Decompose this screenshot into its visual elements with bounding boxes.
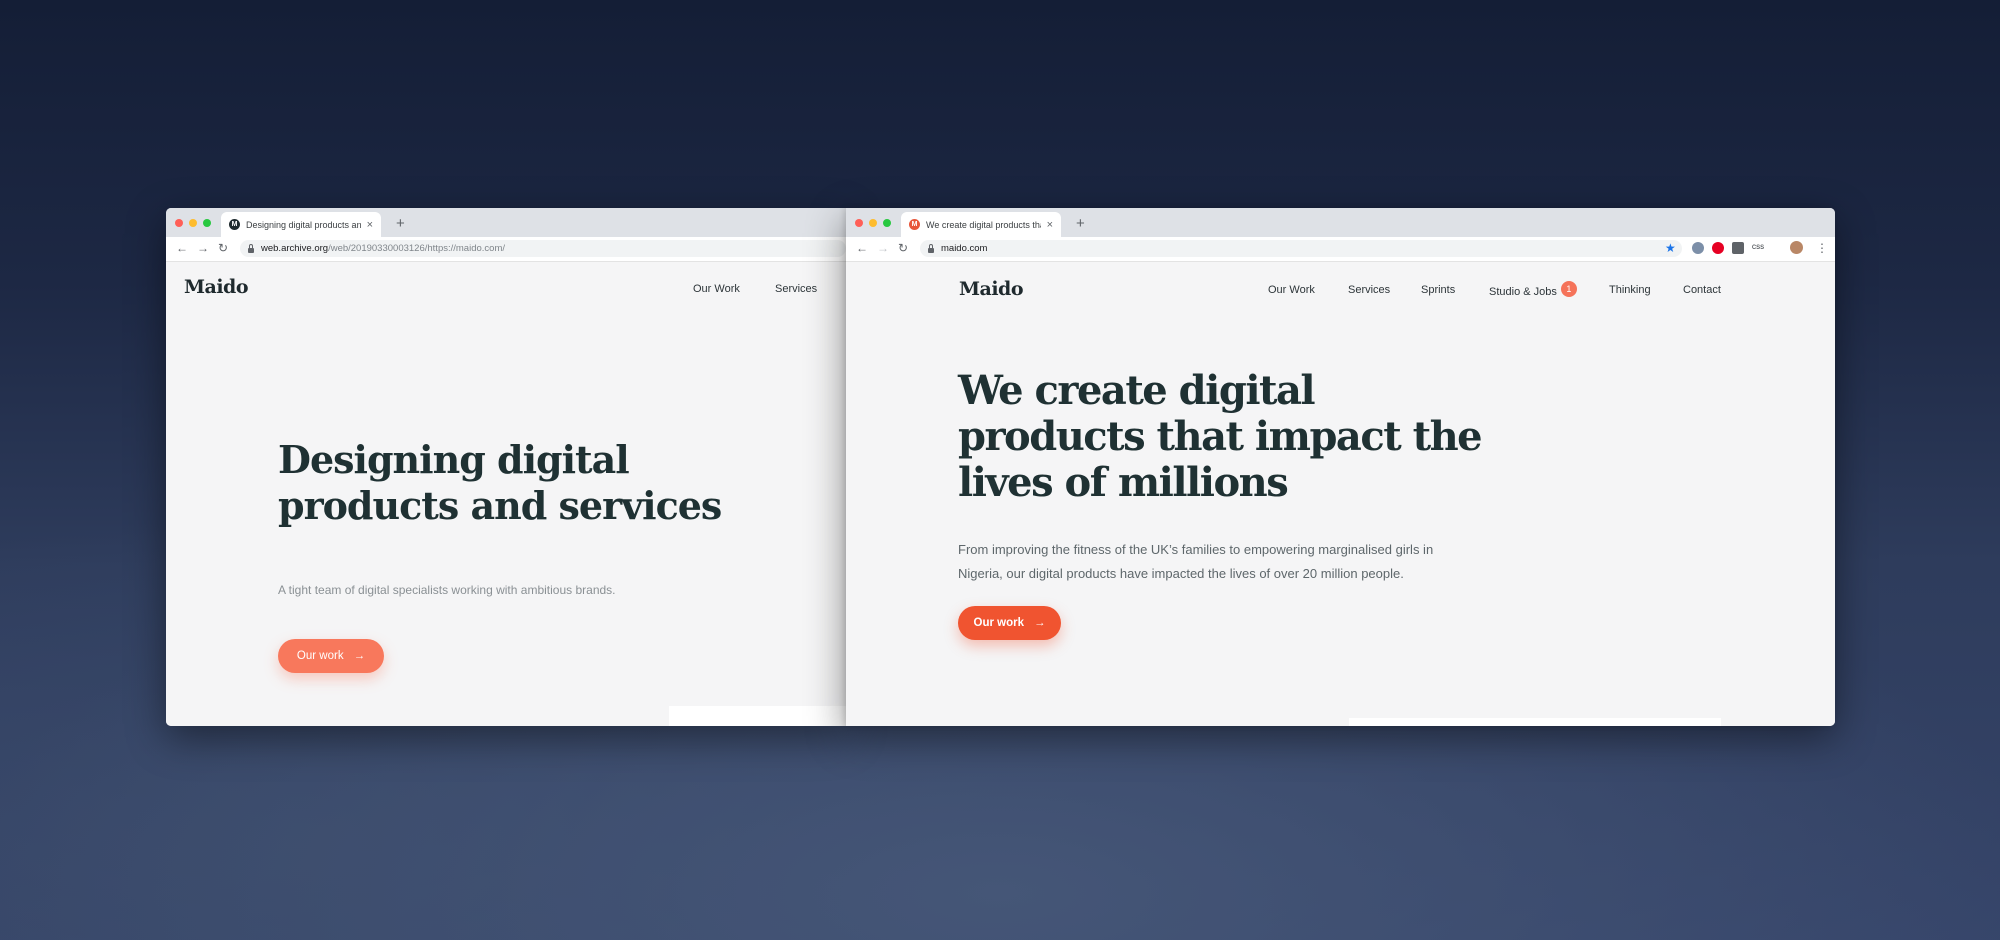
- nav-our-work[interactable]: Our Work: [693, 283, 740, 295]
- bookmark-star-icon[interactable]: ★: [1665, 241, 1676, 255]
- page-content: Maido Our Work Services Sprints Studio &…: [846, 262, 1835, 726]
- nav-services[interactable]: Services: [775, 283, 817, 295]
- new-tab-button[interactable]: +: [1076, 216, 1085, 231]
- close-tab-icon[interactable]: ×: [1047, 219, 1053, 231]
- grid-icon[interactable]: [1732, 242, 1744, 254]
- extension-icon[interactable]: [1692, 242, 1704, 254]
- our-work-button[interactable]: Our work →: [278, 639, 384, 673]
- page-headline: We create digital products that impact t…: [958, 367, 1483, 506]
- page-subtitle: A tight team of digital specialists work…: [278, 583, 616, 597]
- cta-label: Our work: [296, 650, 344, 662]
- headline-line-2: products that impact the: [958, 413, 1483, 460]
- close-window-button[interactable]: [855, 219, 863, 227]
- tab-bar: M We create digital products that impact…: [846, 208, 1835, 237]
- maximize-window-button[interactable]: [203, 219, 211, 227]
- nav-sprints[interactable]: Sprints: [1421, 284, 1455, 296]
- css-icon[interactable]: CSS: [1750, 242, 1766, 254]
- minimize-window-button[interactable]: [869, 219, 877, 227]
- lock-icon: [248, 243, 254, 253]
- browser-toolbar: ← → ↻ web.archive.org/web/20190330003126…: [166, 237, 846, 262]
- page-content: Maido Our Work Services Designing digita…: [166, 262, 846, 726]
- arrow-right-icon: →: [353, 650, 366, 662]
- jobs-count-badge: 1: [1560, 281, 1577, 297]
- tab-title: Designing digital products and services: [246, 219, 361, 230]
- reload-icon[interactable]: ↻: [898, 241, 908, 255]
- close-tab-icon[interactable]: ×: [367, 219, 373, 231]
- maido-favicon-icon: M: [909, 219, 920, 230]
- forward-icon[interactable]: →: [197, 241, 209, 255]
- url-text: maido.com: [941, 243, 988, 254]
- nav-studio-jobs-label: Studio & Jobs: [1489, 285, 1557, 298]
- reload-icon[interactable]: ↻: [218, 241, 228, 255]
- maximize-window-button[interactable]: [883, 219, 891, 227]
- nav-contact[interactable]: Contact: [1683, 284, 1721, 296]
- back-icon[interactable]: ←: [856, 241, 868, 255]
- address-bar[interactable]: web.archive.org/web/20190330003126/https…: [240, 240, 846, 257]
- content-card-edge: [1349, 718, 1721, 726]
- tab-title: We create digital products that impact t…: [926, 219, 1041, 230]
- content-card-edge: [669, 706, 846, 726]
- forward-icon[interactable]: →: [877, 241, 889, 255]
- pinterest-icon[interactable]: [1712, 242, 1724, 254]
- headline-line-1: Designing digital: [278, 437, 630, 482]
- new-tab-button[interactable]: +: [396, 216, 405, 231]
- maido-logo[interactable]: Maido: [959, 278, 1024, 300]
- address-bar[interactable]: maido.com: [920, 240, 1682, 257]
- lock-icon: [928, 243, 934, 253]
- nav-thinking[interactable]: Thinking: [1609, 284, 1651, 296]
- nav-services[interactable]: Services: [1348, 284, 1390, 296]
- maido-logo[interactable]: Maido: [184, 276, 249, 298]
- page-description: From improving the fitness of the UK’s f…: [958, 538, 1478, 586]
- headline-line-1: We create digital: [958, 367, 1316, 414]
- arrow-right-icon: →: [1033, 617, 1046, 629]
- nav-our-work[interactable]: Our Work: [1268, 284, 1315, 296]
- url-host: web.archive.org: [261, 243, 329, 254]
- minimize-window-button[interactable]: [189, 219, 197, 227]
- browser-tab[interactable]: M Designing digital products and service…: [221, 212, 381, 237]
- archived-browser-window: M Designing digital products and service…: [166, 208, 846, 726]
- url-path: /web/20190330003126/https://maido.com/: [328, 243, 505, 254]
- profile-avatar[interactable]: [1790, 241, 1803, 254]
- browser-toolbar: ← → ↻ maido.com ★ CSS ⋮: [846, 237, 1835, 262]
- headline-line-3: lives of millions: [958, 459, 1289, 506]
- nav-studio-jobs[interactable]: Studio & Jobs 1: [1489, 281, 1577, 300]
- close-window-button[interactable]: [175, 219, 183, 227]
- page-headline: Designing digital products and services: [278, 437, 722, 529]
- description-line-2: Nigeria, our digital products have impac…: [958, 566, 1404, 581]
- back-icon[interactable]: ←: [176, 241, 188, 255]
- browser-menu-icon[interactable]: ⋮: [1816, 241, 1828, 255]
- our-work-button[interactable]: Our work →: [958, 606, 1061, 640]
- maido-favicon-icon: M: [229, 219, 240, 230]
- window-controls: [855, 219, 891, 227]
- browser-tab[interactable]: M We create digital products that impact…: [901, 212, 1061, 237]
- headline-line-2: products and services: [278, 483, 722, 528]
- current-browser-window: M We create digital products that impact…: [846, 208, 1835, 726]
- description-line-1: From improving the fitness of the UK’s f…: [958, 542, 1434, 557]
- window-controls: [175, 219, 211, 227]
- url-text: web.archive.org/web/20190330003126/https…: [261, 243, 505, 254]
- tab-bar: M Designing digital products and service…: [166, 208, 846, 237]
- cta-label: Our work: [973, 617, 1024, 629]
